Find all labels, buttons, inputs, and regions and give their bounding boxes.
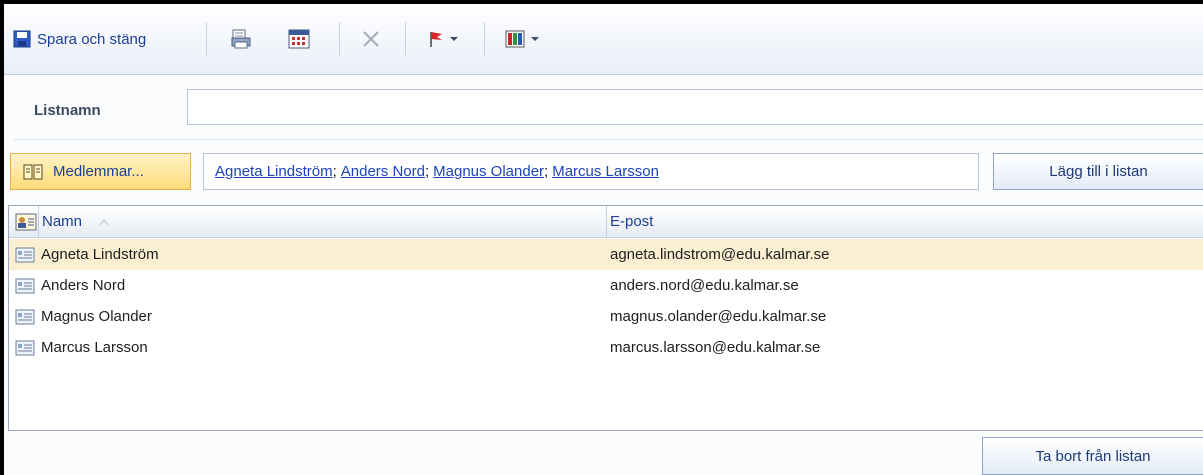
row-email: agneta.lindstrom@edu.kalmar.se: [610, 246, 830, 263]
members-grid: Namn E-post Agneta Lindström agneta.lind…: [8, 205, 1203, 431]
section-divider: [14, 139, 1203, 140]
contact-card-icon: [15, 213, 37, 230]
contact-card-icon: [15, 340, 35, 356]
column-divider: [606, 206, 607, 237]
column-divider: [38, 206, 39, 237]
contact-card-icon: [15, 247, 35, 263]
toolbar-divider: [405, 22, 406, 56]
contact-card-icon: [15, 309, 35, 325]
categorize-icon: [505, 30, 525, 48]
members-button-label: Medlemmar...: [53, 163, 144, 180]
window: Spara och stäng Listnamn Medlemmar... Ag…: [4, 4, 1203, 475]
chevron-down-icon: [450, 37, 458, 41]
member-separator: ;: [424, 163, 430, 180]
row-email: marcus.larsson@edu.kalmar.se: [610, 339, 821, 356]
follow-up-flag-button[interactable]: [428, 23, 458, 55]
member-separator: ;: [332, 163, 337, 180]
print-icon: [231, 29, 251, 49]
toolbar-divider: [484, 22, 485, 56]
flag-icon: [430, 32, 442, 47]
member-link[interactable]: Marcus Larsson: [552, 163, 659, 180]
member-link[interactable]: Agneta Lindström: [215, 163, 333, 180]
list-name-input[interactable]: [187, 89, 1203, 125]
column-header-email[interactable]: E-post: [610, 206, 653, 237]
column-header-name-label: Namn: [42, 213, 83, 230]
row-name: Agneta Lindström: [41, 246, 159, 263]
table-row[interactable]: Anders Nord anders.nord@edu.kalmar.se: [9, 270, 1203, 301]
grid-header: Namn E-post: [9, 206, 1203, 238]
delete-button[interactable]: [361, 23, 381, 55]
print-button[interactable]: [230, 23, 252, 55]
categorize-button[interactable]: [505, 23, 539, 55]
toolbar-divider: [206, 22, 207, 56]
column-header-name[interactable]: Namn: [42, 206, 110, 237]
remove-from-list-button[interactable]: Ta bort från listan: [982, 437, 1203, 475]
column-header-email-label: E-post: [610, 213, 654, 230]
list-name-label: Listnamn: [34, 102, 101, 119]
toolbar: Spara och stäng: [4, 4, 1203, 75]
toolbar-divider: [339, 22, 340, 56]
contact-card-header-icon[interactable]: [15, 206, 37, 237]
save-icon: [13, 30, 31, 48]
member-separator: ;: [544, 163, 549, 180]
row-email: anders.nord@edu.kalmar.se: [610, 277, 799, 294]
row-email: magnus.olander@edu.kalmar.se: [610, 308, 827, 325]
delete-icon: [363, 31, 379, 47]
row-name: Marcus Larsson: [41, 339, 148, 356]
row-name: Anders Nord: [41, 277, 126, 294]
table-row[interactable]: Marcus Larsson marcus.larsson@edu.kalmar…: [9, 332, 1203, 363]
members-field[interactable]: Agneta Lindström; Anders Nord; Magnus Ol…: [203, 153, 979, 190]
contact-card-icon: [15, 278, 35, 294]
row-name: Magnus Olander: [41, 308, 152, 325]
save-and-close-label: Spara och stäng: [37, 30, 147, 48]
calendar-button[interactable]: [288, 23, 310, 55]
members-button[interactable]: Medlemmar...: [10, 153, 191, 190]
save-and-close-button[interactable]: Spara och stäng: [13, 23, 146, 55]
member-link[interactable]: Anders Nord: [341, 163, 425, 180]
table-row[interactable]: Magnus Olander magnus.olander@edu.kalmar…: [9, 301, 1203, 332]
address-book-icon: [23, 164, 43, 179]
chevron-down-icon: [531, 37, 539, 41]
sort-ascending-icon: [99, 218, 109, 225]
table-row[interactable]: Agneta Lindström agneta.lindstrom@edu.ka…: [9, 239, 1203, 270]
member-link[interactable]: Magnus Olander: [433, 163, 544, 180]
calendar-icon: [288, 29, 310, 49]
add-to-list-button[interactable]: Lägg till i listan: [993, 153, 1203, 190]
